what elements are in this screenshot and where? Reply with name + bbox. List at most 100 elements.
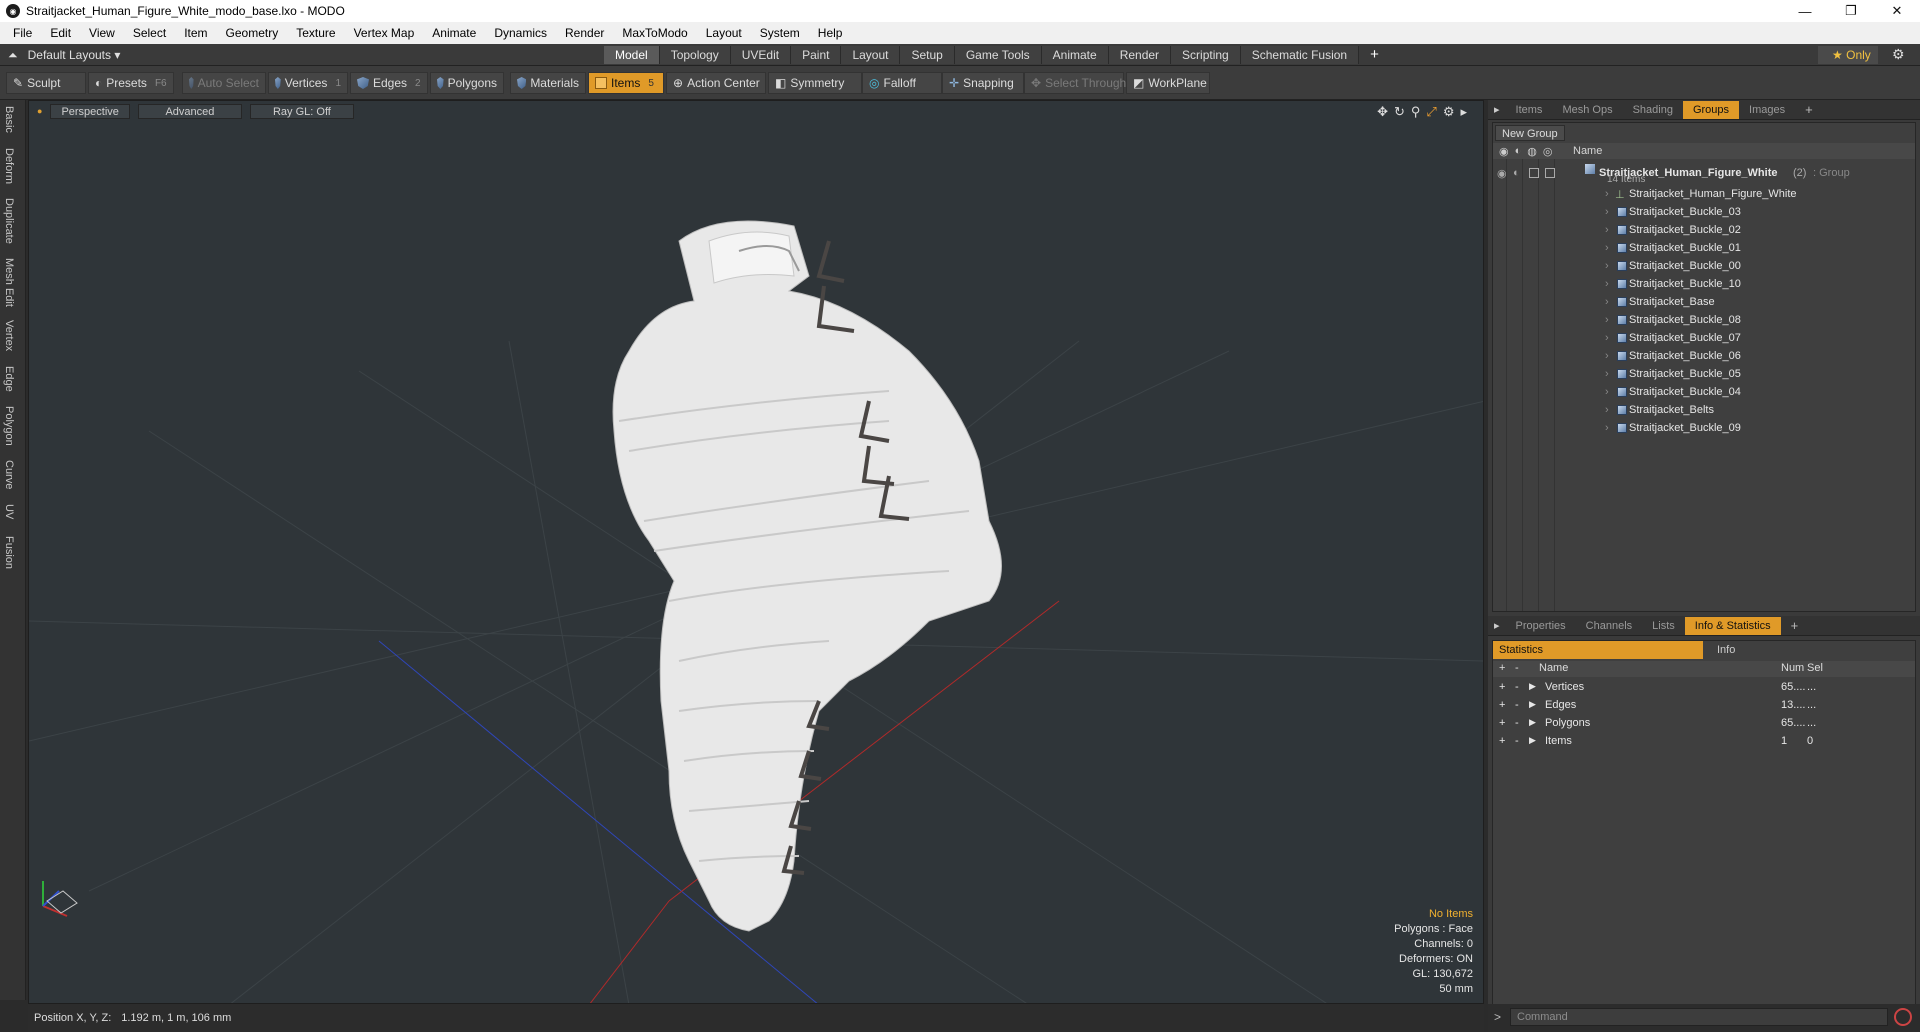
menu-select[interactable]: Select xyxy=(124,26,175,40)
viewport-expand-icon[interactable]: ▸ xyxy=(1460,104,1467,120)
left-tab-uv[interactable]: UV xyxy=(3,504,15,519)
command-record-icon[interactable] xyxy=(1894,1008,1912,1026)
expand-arrow-icon[interactable]: › xyxy=(1605,296,1609,308)
panel-menu-icon[interactable]: ▸ xyxy=(1488,101,1506,119)
snapping-button[interactable]: ✛ Snapping xyxy=(942,72,1024,94)
group-item-row[interactable]: › Straitjacket_Belts xyxy=(1493,401,1915,419)
menu-edit[interactable]: Edit xyxy=(41,26,80,40)
expand-arrow-icon[interactable]: › xyxy=(1605,224,1609,236)
group-item-row[interactable]: › Straitjacket_Buckle_10 xyxy=(1493,275,1915,293)
expand-arrow-icon[interactable]: › xyxy=(1605,350,1609,362)
expand-arrow-icon[interactable]: › xyxy=(1605,386,1609,398)
group-item-row[interactable]: › Straitjacket_Base xyxy=(1493,293,1915,311)
gear-icon[interactable]: ⚙ xyxy=(1892,46,1905,63)
raygl-button[interactable]: Ray GL: Off xyxy=(249,103,354,119)
menu-animate[interactable]: Animate xyxy=(423,26,485,40)
group-item-row[interactable]: › Straitjacket_Buckle_00 xyxy=(1493,257,1915,275)
group-item-row[interactable]: › Straitjacket_Buckle_07 xyxy=(1493,329,1915,347)
stats-row-polygons[interactable]: + - ▶ Polygons 65.... ... xyxy=(1493,715,1915,733)
expand-arrow-icon[interactable]: › xyxy=(1605,278,1609,290)
group-item-row[interactable]: › Straitjacket_Buckle_06 xyxy=(1493,347,1915,365)
menu-vertex-map[interactable]: Vertex Map xyxy=(345,26,424,40)
tab-schematic-fusion[interactable]: Schematic Fusion xyxy=(1240,46,1360,64)
tab-shading[interactable]: Shading xyxy=(1623,101,1683,119)
add-tab-plus-icon[interactable]: + xyxy=(1359,46,1390,64)
maximize-button[interactable]: ❐ xyxy=(1828,0,1874,22)
presets-button[interactable]: ◐ Presets F6 xyxy=(88,72,174,94)
tab-scripting[interactable]: Scripting xyxy=(1171,46,1241,64)
auto-select-button[interactable]: Auto Select xyxy=(182,72,266,94)
pan-icon[interactable]: ✥ xyxy=(1377,104,1388,120)
stats-row-edges[interactable]: + - ▶ Edges 13.... ... xyxy=(1493,697,1915,715)
group-item-row[interactable]: › Straitjacket_Buckle_03 xyxy=(1493,203,1915,221)
row-expand-icon[interactable]: ▶ xyxy=(1529,681,1536,692)
tab-paint[interactable]: Paint xyxy=(791,46,842,64)
left-tab-duplicate[interactable]: Duplicate xyxy=(3,198,15,244)
left-tab-polygon[interactable]: Polygon xyxy=(3,406,15,446)
row-minus-icon[interactable]: - xyxy=(1515,735,1519,747)
polygons-button[interactable]: Polygons xyxy=(430,72,504,94)
expand-arrow-icon[interactable]: › xyxy=(1605,422,1609,434)
edges-button[interactable]: Edges 2 xyxy=(350,72,428,94)
row-plus-icon[interactable]: + xyxy=(1499,735,1505,747)
select-through-button[interactable]: ✥ Select Through xyxy=(1024,72,1126,94)
group-item-row[interactable]: › Straitjacket_Buckle_01 xyxy=(1493,239,1915,257)
statistics-tab[interactable]: Statistics xyxy=(1493,641,1703,659)
tab-items[interactable]: Items xyxy=(1506,101,1553,119)
symmetry-button[interactable]: ◧ Symmetry xyxy=(768,72,862,94)
advanced-button[interactable]: Advanced xyxy=(137,103,242,119)
tab-model[interactable]: Model xyxy=(604,46,660,64)
tab-animate[interactable]: Animate xyxy=(1041,46,1109,64)
group-item-row[interactable]: › Straitjacket_Buckle_05 xyxy=(1493,365,1915,383)
expand-arrow-icon[interactable]: › xyxy=(1605,404,1609,416)
tab-info-statistics[interactable]: Info & Statistics xyxy=(1684,616,1781,635)
bottom-panel-menu-icon[interactable]: ▸ xyxy=(1488,617,1506,635)
new-group-button[interactable]: New Group xyxy=(1495,125,1565,141)
items-button[interactable]: Items 5 xyxy=(588,72,664,94)
expand-arrow-icon[interactable]: › xyxy=(1605,332,1609,344)
add-panel-tab-icon[interactable]: + xyxy=(1795,101,1823,119)
root-eye-icon[interactable]: ◉ xyxy=(1497,167,1507,180)
workplane-button[interactable]: ◩ WorkPlane xyxy=(1126,72,1210,94)
perspective-button[interactable]: Perspective xyxy=(50,103,130,119)
menu-layout[interactable]: Layout xyxy=(697,26,751,40)
stats-row-items[interactable]: + - ▶ Items 1 0 xyxy=(1493,733,1915,751)
row-expand-icon[interactable]: ▶ xyxy=(1529,735,1536,746)
expand-arrow-icon[interactable]: › xyxy=(1605,242,1609,254)
row-expand-icon[interactable]: ▶ xyxy=(1529,717,1536,728)
viewport-menu-dot-icon[interactable]: ● xyxy=(37,106,42,116)
group-item-row[interactable]: › Straitjacket_Buckle_08 xyxy=(1493,311,1915,329)
rotate-icon[interactable]: ↻ xyxy=(1394,104,1405,120)
select-col-icon[interactable]: ◎ xyxy=(1543,145,1553,158)
zoom-icon[interactable]: ⚲ xyxy=(1411,104,1421,120)
layouts-dropdown[interactable]: ⏶ Default Layouts ▾ xyxy=(8,44,120,66)
group-item-row[interactable]: › Straitjacket_Buckle_09 xyxy=(1493,419,1915,437)
tab-setup[interactable]: Setup xyxy=(900,46,955,64)
tab-properties[interactable]: Properties xyxy=(1506,617,1576,635)
left-tab-fusion[interactable]: Fusion xyxy=(3,536,15,569)
only-button[interactable]: ★ Only xyxy=(1818,46,1878,64)
command-input[interactable]: Command xyxy=(1510,1008,1888,1026)
root-select-box[interactable] xyxy=(1545,168,1555,178)
minimize-button[interactable]: — xyxy=(1782,0,1828,22)
straitjacket-model[interactable] xyxy=(612,220,1002,932)
tab-mesh-ops[interactable]: Mesh Ops xyxy=(1552,101,1622,119)
tab-uvedit[interactable]: UVEdit xyxy=(730,46,792,64)
left-tab-curve[interactable]: Curve xyxy=(3,460,15,489)
sculpt-button[interactable]: ✎ Sculpt xyxy=(6,72,86,94)
expand-arrow-icon[interactable]: › xyxy=(1605,206,1609,218)
group-root-row[interactable]: ◉ ◐ Straitjacket_Human_Figure_White (2) … xyxy=(1493,161,1915,185)
menu-geometry[interactable]: Geometry xyxy=(217,26,288,40)
left-tab-mesh-edit[interactable]: Mesh Edit xyxy=(3,258,15,307)
row-plus-icon[interactable]: + xyxy=(1499,717,1505,729)
group-item-row[interactable]: › Straitjacket_Buckle_04 xyxy=(1493,383,1915,401)
viewport-settings-icon[interactable]: ⚙ xyxy=(1443,104,1455,120)
tab-groups[interactable]: Groups xyxy=(1682,100,1740,119)
menu-render[interactable]: Render xyxy=(556,26,613,40)
materials-button[interactable]: Materials xyxy=(510,72,586,94)
menu-maxtomodo[interactable]: MaxToModo xyxy=(613,26,696,40)
collapse-all-icon[interactable]: - xyxy=(1515,662,1519,674)
falloff-button[interactable]: ◎ Falloff xyxy=(862,72,942,94)
menu-help[interactable]: Help xyxy=(809,26,852,40)
tab-images[interactable]: Images xyxy=(1739,101,1795,119)
